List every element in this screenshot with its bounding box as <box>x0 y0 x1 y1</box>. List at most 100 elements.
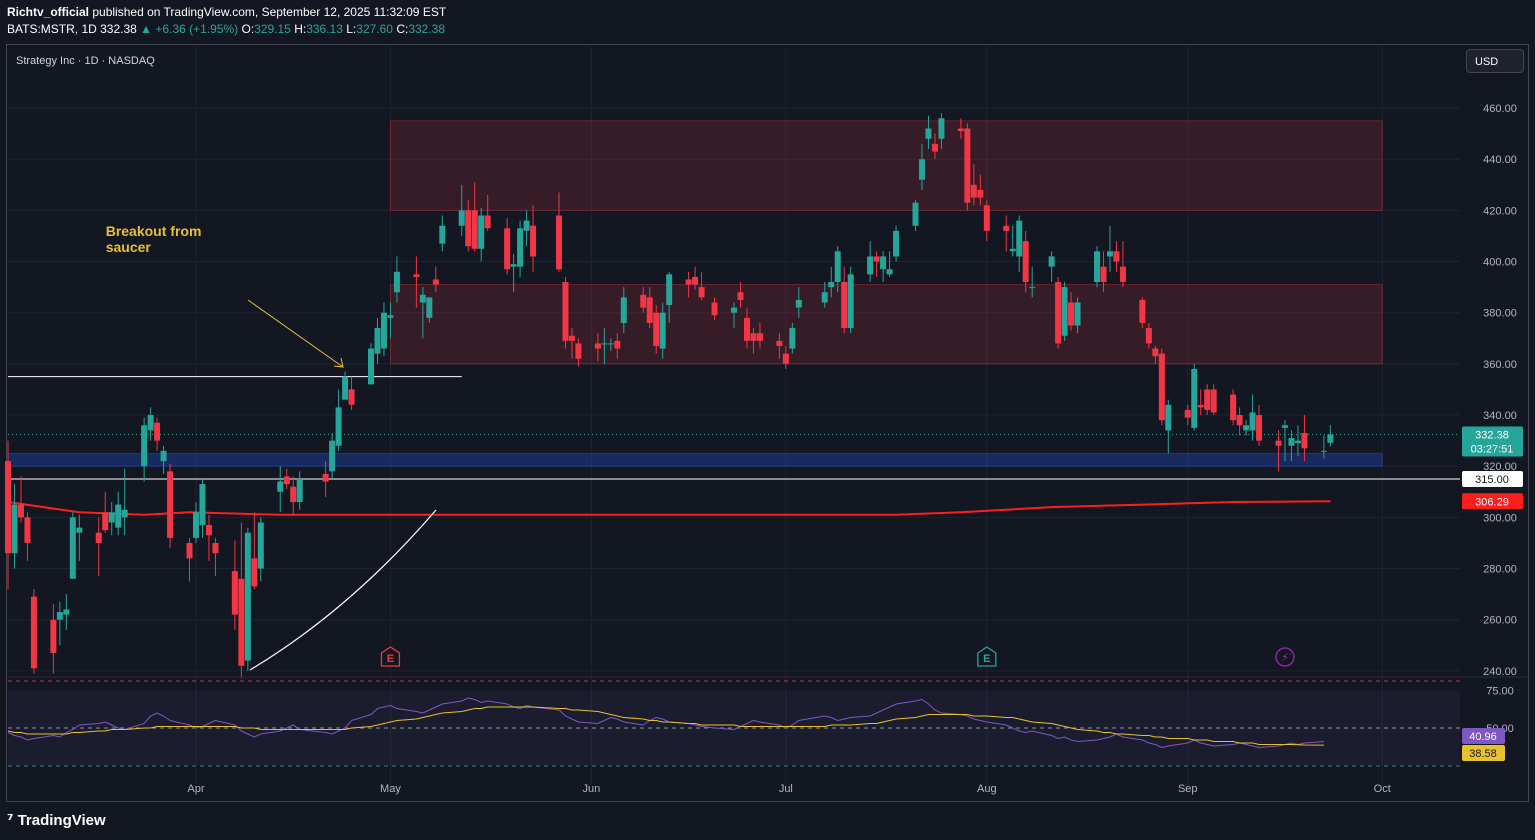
candle-body[interactable] <box>510 264 517 267</box>
candle-body[interactable] <box>56 612 63 620</box>
candle[interactable] <box>1094 246 1100 288</box>
candle-body[interactable] <box>1106 251 1113 257</box>
candle[interactable] <box>335 389 342 451</box>
candle[interactable] <box>983 200 990 242</box>
candle-body[interactable] <box>711 302 718 316</box>
candle[interactable] <box>478 207 485 262</box>
candle-body[interactable] <box>666 274 673 306</box>
candle-body[interactable] <box>523 220 530 231</box>
candle-body[interactable] <box>912 202 919 226</box>
candle-body[interactable] <box>737 292 744 300</box>
candle-body[interactable] <box>1119 266 1126 283</box>
candle-body[interactable] <box>50 619 57 653</box>
candle-body[interactable] <box>257 522 264 569</box>
candle-body[interactable] <box>167 471 174 538</box>
candle-body[interactable] <box>186 542 193 559</box>
candle[interactable] <box>11 484 18 569</box>
candle[interactable] <box>1243 420 1250 436</box>
candle[interactable] <box>1048 251 1055 283</box>
candle-body[interactable] <box>795 299 802 308</box>
candle[interactable] <box>283 468 290 490</box>
candle-body[interactable] <box>931 143 938 152</box>
candle-body[interactable] <box>380 312 387 349</box>
candle-body[interactable] <box>24 517 31 543</box>
candle-body[interactable] <box>575 343 582 359</box>
candle-body[interactable] <box>620 297 627 323</box>
candle[interactable] <box>873 251 880 277</box>
earnings-marker-icon[interactable]: ⚡ <box>1275 647 1295 667</box>
candle[interactable] <box>886 251 893 277</box>
candle-body[interactable] <box>244 532 251 661</box>
candle[interactable] <box>186 537 193 582</box>
candle-body[interactable] <box>1068 302 1075 326</box>
candle-body[interactable] <box>776 340 783 346</box>
candle[interactable] <box>1236 407 1243 436</box>
candle[interactable] <box>374 317 381 364</box>
candle[interactable] <box>251 512 258 590</box>
candle-body[interactable] <box>76 527 83 533</box>
candle-body[interactable] <box>562 282 569 341</box>
candle[interactable] <box>1165 399 1172 454</box>
candle-body[interactable] <box>646 297 653 323</box>
candle-body[interactable] <box>1061 287 1068 336</box>
candle[interactable] <box>1230 389 1237 426</box>
candle[interactable] <box>244 527 251 671</box>
candle-body[interactable] <box>1016 220 1023 257</box>
candle[interactable] <box>205 514 212 561</box>
candle-body[interactable] <box>205 525 212 536</box>
candle-body[interactable] <box>821 292 828 303</box>
candle-body[interactable] <box>296 479 303 503</box>
candle[interactable] <box>167 463 174 549</box>
candle-body[interactable] <box>238 578 245 666</box>
candle[interactable] <box>277 466 284 513</box>
candle-body[interactable] <box>504 228 511 270</box>
candle-body[interactable] <box>1281 425 1288 428</box>
candle-body[interactable] <box>322 473 329 482</box>
candle[interactable] <box>231 540 238 630</box>
candle-body[interactable] <box>847 274 854 329</box>
candle-body[interactable] <box>1236 415 1243 426</box>
candle-body[interactable] <box>1029 287 1036 289</box>
candle-body[interactable] <box>607 343 614 345</box>
candle-body[interactable] <box>1243 425 1250 431</box>
candle-body[interactable] <box>653 312 660 346</box>
candle-body[interactable] <box>342 376 349 400</box>
candle-body[interactable] <box>1100 266 1107 283</box>
candle-body[interactable] <box>789 328 796 349</box>
candle[interactable] <box>1016 215 1023 272</box>
candle-body[interactable] <box>1094 251 1100 283</box>
candle-body[interactable] <box>1139 299 1146 323</box>
candle[interactable] <box>192 502 199 543</box>
candle[interactable] <box>30 589 37 674</box>
candle-body[interactable] <box>1204 389 1211 410</box>
candle-body[interactable] <box>834 251 841 283</box>
candle[interactable] <box>964 123 971 211</box>
candle-body[interactable] <box>1197 404 1204 408</box>
candle-body[interactable] <box>374 328 381 354</box>
candle-body[interactable] <box>387 315 394 318</box>
candle[interactable] <box>1294 425 1301 456</box>
candle-body[interactable] <box>918 159 925 180</box>
candle[interactable] <box>1106 225 1113 272</box>
candle[interactable] <box>50 604 57 674</box>
candle-body[interactable] <box>1320 450 1327 452</box>
candle-body[interactable] <box>743 317 750 341</box>
candle[interactable] <box>439 215 446 252</box>
candle[interactable] <box>348 376 355 410</box>
candle-body[interactable] <box>368 348 374 385</box>
candle-body[interactable] <box>419 294 426 303</box>
candle-body[interactable] <box>1288 438 1295 446</box>
candle[interactable] <box>1158 348 1165 426</box>
candle-body[interactable] <box>1009 248 1016 252</box>
candle-body[interactable] <box>1113 251 1120 262</box>
candle-body[interactable] <box>964 128 971 203</box>
candle-body[interactable] <box>465 210 472 247</box>
candle[interactable] <box>115 491 122 536</box>
candle-body[interactable] <box>1048 256 1055 267</box>
candle[interactable] <box>517 220 524 277</box>
candle[interactable] <box>329 432 336 480</box>
candle-body[interactable] <box>348 389 355 405</box>
candle-body[interactable] <box>867 256 874 275</box>
candle-body[interactable] <box>413 274 420 277</box>
candle-body[interactable] <box>160 450 167 462</box>
